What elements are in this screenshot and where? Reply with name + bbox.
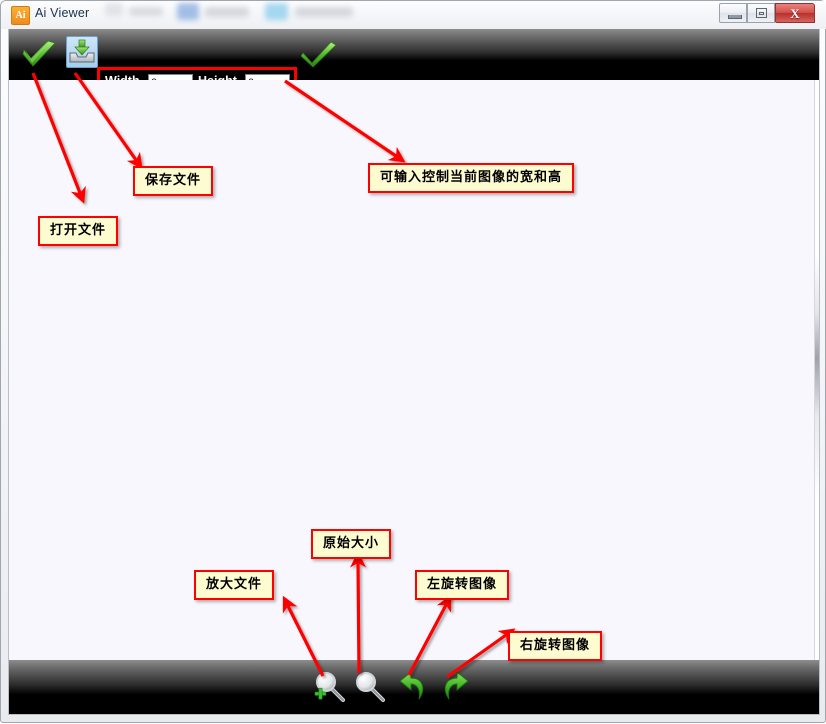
- callout-rotate-right: 右旋转图像: [508, 631, 603, 661]
- blurred-background-icon: [265, 3, 288, 20]
- callout-open-file: 打开文件: [38, 216, 119, 246]
- callout-size-input: 可输入控制当前图像的宽和高: [368, 163, 575, 193]
- application-window: Ai Ai Viewer X 0 0 打开文件 保存文件 可输入控制当前图像的宽…: [0, 0, 826, 723]
- zoom-fit-icon: [356, 672, 385, 702]
- blurred-background-text: [205, 7, 249, 17]
- vertical-scrollbar[interactable]: [814, 80, 819, 660]
- apply-button[interactable]: [300, 41, 337, 69]
- app-icon: Ai: [11, 6, 30, 25]
- bottom-toolbar: [9, 660, 819, 714]
- callout-original-size: 原始大小: [311, 529, 392, 559]
- blurred-background-icon: [105, 3, 123, 16]
- top-toolbar: Width Height: [9, 29, 819, 99]
- close-icon: X: [790, 6, 800, 21]
- blurred-background-text: [129, 7, 163, 16]
- callout-save-file: 保存文件: [133, 166, 214, 196]
- rotate-right-icon: [444, 671, 469, 700]
- minimize-icon: [728, 15, 742, 19]
- client-area: Width Height: [8, 29, 820, 715]
- rotate-left-button[interactable]: [397, 670, 429, 702]
- window-title: Ai Viewer: [35, 6, 90, 20]
- blurred-background-text: [295, 7, 353, 17]
- rotate-right-button[interactable]: [439, 670, 471, 702]
- title-bar: Ai Ai Viewer X: [1, 1, 826, 29]
- restore-button[interactable]: [747, 3, 775, 23]
- minimize-button[interactable]: [719, 3, 747, 23]
- close-button[interactable]: X: [775, 3, 815, 23]
- zoom-in-icon: [314, 672, 345, 702]
- open-file-button[interactable]: [22, 39, 58, 69]
- callout-rotate-left: 左旋转图像: [415, 570, 510, 600]
- save-file-button[interactable]: [66, 36, 98, 68]
- open-file-icon: [22, 40, 56, 67]
- zoom-original-size-button[interactable]: [353, 670, 387, 704]
- rotate-left-icon: [399, 671, 424, 700]
- callout-zoom-in: 放大文件: [194, 570, 275, 600]
- blurred-background-icon: [177, 3, 199, 20]
- restore-icon: [756, 8, 767, 18]
- zoom-in-button[interactable]: [313, 670, 347, 704]
- apply-check-icon: [300, 41, 337, 68]
- save-file-icon: [69, 39, 95, 63]
